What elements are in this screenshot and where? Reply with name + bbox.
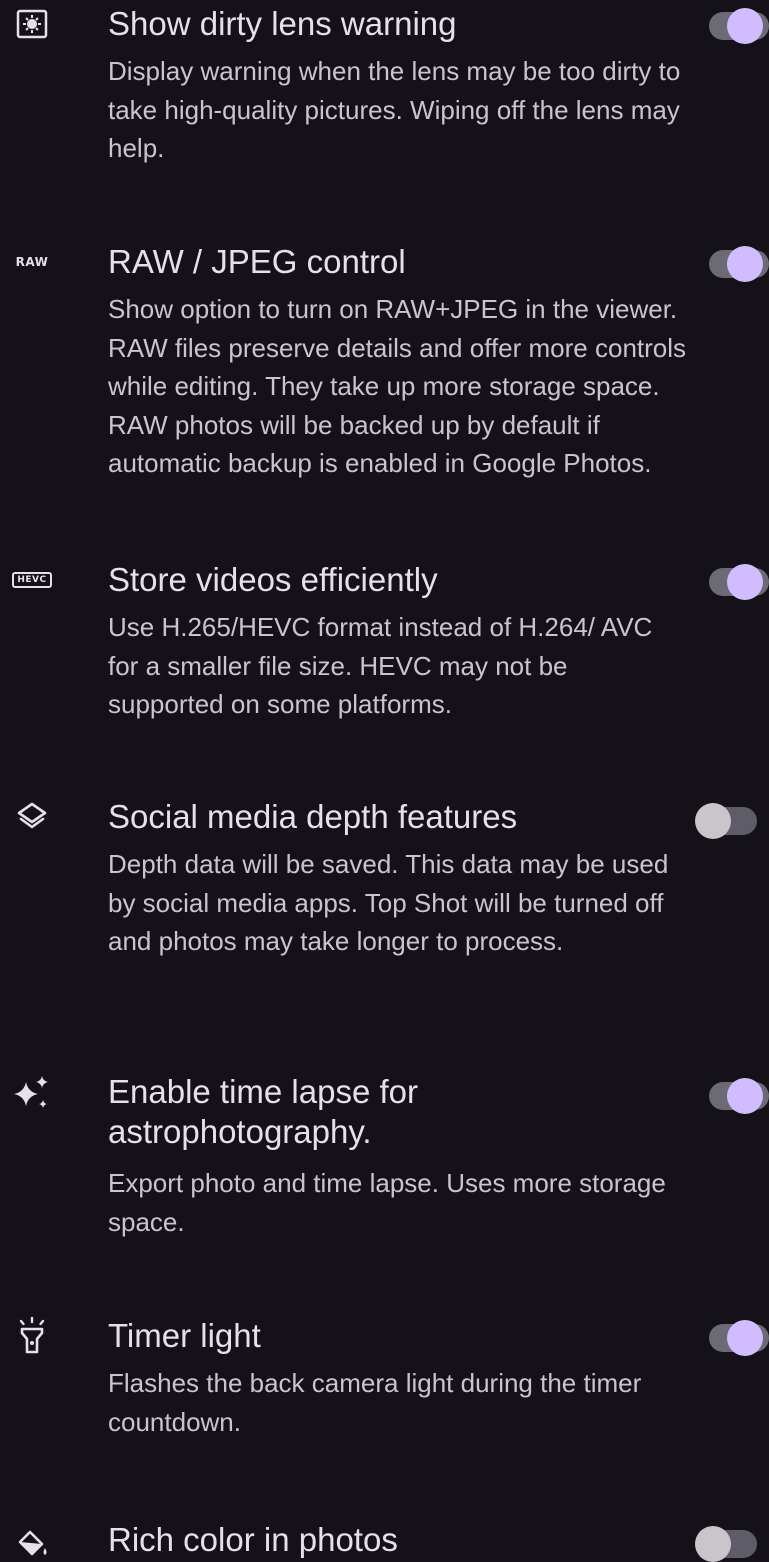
hevc-icon-label: HEVC xyxy=(12,572,52,588)
toggle-thumb xyxy=(695,803,731,839)
toggle-thumb xyxy=(727,564,763,600)
store-videos-efficiently-toggle[interactable] xyxy=(697,564,769,600)
toggle-thumb xyxy=(695,1526,731,1562)
toggle-thumb xyxy=(727,1078,763,1114)
setting-description: Export photo and time lapse. Uses more s… xyxy=(108,1168,666,1237)
hevc-icon: HEVC xyxy=(8,560,56,600)
flashlight-icon xyxy=(8,1316,56,1356)
setting-title: Timer light xyxy=(108,1317,261,1354)
lens-icon xyxy=(8,4,56,44)
toggle-thumb xyxy=(727,246,763,282)
raw-icon-label: RAW xyxy=(15,255,49,269)
toggle-thumb xyxy=(727,8,763,44)
astro-time-lapse-toggle[interactable] xyxy=(697,1078,769,1114)
setting-title: Social media depth features xyxy=(108,798,518,835)
social-media-depth-toggle[interactable] xyxy=(695,803,757,839)
setting-description: Show option to turn on RAW+JPEG in the v… xyxy=(108,294,687,478)
setting-title: Rich color in photos xyxy=(108,1521,398,1558)
setting-title: Store videos efficiently xyxy=(108,561,438,598)
dirty-lens-warning-toggle[interactable] xyxy=(697,8,769,44)
timer-light-toggle[interactable] xyxy=(697,1320,769,1356)
raw-jpeg-control-toggle[interactable] xyxy=(697,246,769,282)
setting-title: RAW / JPEG control xyxy=(108,243,406,280)
setting-description: Use H.265/HEVC format instead of H.264/ … xyxy=(108,612,653,719)
setting-description: Flashes the back camera light during the… xyxy=(108,1368,642,1437)
layers-icon xyxy=(8,797,56,837)
raw-icon: RAW xyxy=(8,242,56,282)
setting-title: Show dirty lens warning xyxy=(108,5,457,42)
rich-color-icon xyxy=(8,1522,56,1562)
sparkle-icon xyxy=(8,1074,56,1114)
setting-description: Display warning when the lens may be too… xyxy=(108,56,681,163)
toggle-thumb xyxy=(727,1320,763,1356)
setting-description: Depth data will be saved. This data may … xyxy=(108,849,669,956)
setting-title: Enable time lapse for astrophotography. xyxy=(108,1073,419,1150)
rich-color-toggle[interactable] xyxy=(695,1526,757,1562)
